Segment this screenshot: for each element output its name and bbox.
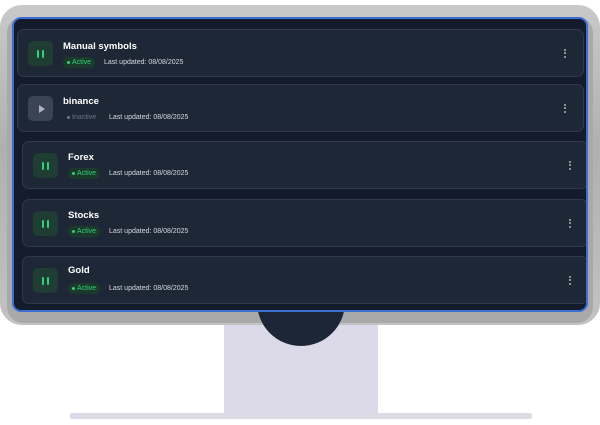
stream-card: Manual symbols Active Last updated: 08/0…	[17, 29, 584, 77]
play-icon	[38, 104, 45, 113]
status-badge: Active	[63, 57, 96, 68]
pause-icon	[42, 276, 49, 285]
last-updated: Last updated: 08/08/2025	[109, 285, 189, 292]
stream-name: Forex	[68, 152, 94, 163]
stream-card: Stocks Active Last updated: 08/08/2025	[22, 199, 586, 247]
status-text: Active	[72, 59, 92, 66]
pause-icon	[42, 219, 49, 228]
more-vertical-icon[interactable]	[560, 46, 570, 60]
last-updated: Last updated: 08/08/2025	[104, 59, 184, 66]
stream-name: Gold	[68, 265, 90, 276]
more-vertical-icon[interactable]	[565, 273, 575, 287]
last-updated: Last updated: 08/08/2025	[109, 228, 189, 235]
status-text: Active	[77, 170, 97, 177]
status-text: Inactive	[72, 114, 97, 121]
last-updated: Last updated: 08/08/2025	[109, 170, 189, 177]
pause-button[interactable]	[28, 41, 53, 66]
status-dot	[67, 61, 70, 64]
last-updated: Last updated: 08/08/2025	[109, 114, 189, 121]
stream-card: Forex Active Last updated: 08/08/2025	[22, 141, 586, 189]
status-badge: Active	[68, 283, 101, 294]
monitor-screen: Manual symbols Active Last updated: 08/0…	[12, 17, 588, 312]
play-button[interactable]	[28, 96, 53, 121]
status-text: Active	[77, 228, 97, 235]
stream-name: binance	[63, 96, 99, 107]
pause-icon	[42, 161, 49, 170]
pause-icon	[37, 49, 44, 58]
more-vertical-icon[interactable]	[560, 101, 570, 115]
pause-button[interactable]	[33, 211, 58, 236]
status-badge: Active	[68, 226, 101, 237]
stream-name: Stocks	[68, 210, 100, 221]
stream-name: Manual symbols	[63, 41, 137, 52]
stream-card: Gold Active Last updated: 08/08/2025	[22, 256, 586, 304]
status-text: Active	[77, 285, 97, 292]
status-dot	[72, 230, 75, 233]
more-vertical-icon[interactable]	[565, 216, 575, 230]
pause-button[interactable]	[33, 268, 58, 293]
stream-card: binance Inactive Last updated: 08/08/202…	[17, 84, 584, 132]
status-dot	[72, 172, 75, 175]
more-vertical-icon[interactable]	[565, 158, 575, 172]
status-badge: Inactive	[63, 112, 100, 123]
status-dot	[72, 287, 75, 290]
status-badge: Active	[68, 168, 101, 179]
pause-button[interactable]	[33, 153, 58, 178]
status-dot	[67, 116, 70, 119]
